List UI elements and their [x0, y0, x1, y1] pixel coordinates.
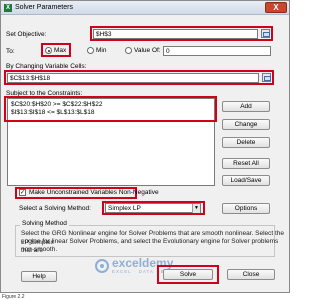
solve-button[interactable]: Solve — [163, 269, 213, 280]
unconstrained-label: Make Unconstrained Variables Non-Negativ… — [29, 189, 159, 196]
add-button[interactable]: Add — [222, 101, 270, 112]
constraint-item[interactable]: $C$20:$H$20 >= $C$22:$H$22 — [9, 101, 102, 109]
solving-method-select[interactable]: Simplex LP ▼ — [105, 203, 201, 213]
title-bar: X Solver Parameters X — [1, 1, 289, 15]
max-radio[interactable] — [45, 47, 52, 54]
load-save-button[interactable]: Load/Save — [222, 175, 270, 186]
help-button[interactable]: Help — [21, 271, 57, 282]
unconstrained-checkbox[interactable]: ✓ — [19, 189, 26, 196]
objective-input[interactable]: $H$3 — [93, 29, 258, 39]
options-button[interactable]: Options — [222, 203, 270, 214]
value-of-radio-label: Value Of: — [134, 47, 161, 54]
solving-method-description-line-2: engine for linear Solver Problems, and s… — [21, 238, 279, 254]
variables-label: By Changing Variable Cells: — [6, 63, 87, 70]
figure-caption: Figure 2.2 — [2, 294, 25, 300]
variables-input[interactable]: $C$13:$H$18 — [7, 73, 259, 83]
window-title: Solver Parameters — [15, 4, 73, 11]
chevron-down-icon[interactable]: ▼ — [192, 204, 200, 213]
solver-parameters-dialog: X Solver Parameters X Set Objective: $H$… — [0, 0, 290, 293]
method-label: Select a Solving Method: — [19, 205, 91, 212]
constraint-item[interactable]: $I$13:$I$18 <= $L$13:$L$18 — [9, 109, 95, 117]
change-button[interactable]: Change — [222, 119, 270, 130]
delete-button[interactable]: Delete — [222, 137, 270, 148]
variables-range-selector-icon[interactable] — [262, 73, 271, 82]
objective-label: Set Objective: — [6, 31, 47, 38]
exceldemy-logo-icon — [95, 258, 109, 273]
solving-method-title: Solving Method — [20, 220, 69, 227]
solving-method-description-line-3: non-smooth. — [21, 246, 58, 253]
min-radio-label: Min — [96, 47, 107, 54]
reset-all-button[interactable]: Reset All — [222, 158, 270, 169]
solving-method-value: Simplex LP — [108, 205, 141, 212]
excel-icon: X — [4, 4, 12, 12]
value-of-input[interactable]: 0 — [163, 46, 271, 56]
max-radio-label: Max — [54, 47, 67, 54]
min-radio[interactable] — [87, 47, 94, 54]
close-button[interactable]: Close — [227, 269, 275, 280]
objective-range-selector-icon[interactable] — [261, 29, 270, 38]
close-window-button[interactable]: X — [265, 2, 287, 13]
to-label: To: — [6, 48, 15, 55]
value-of-radio[interactable] — [125, 47, 132, 54]
